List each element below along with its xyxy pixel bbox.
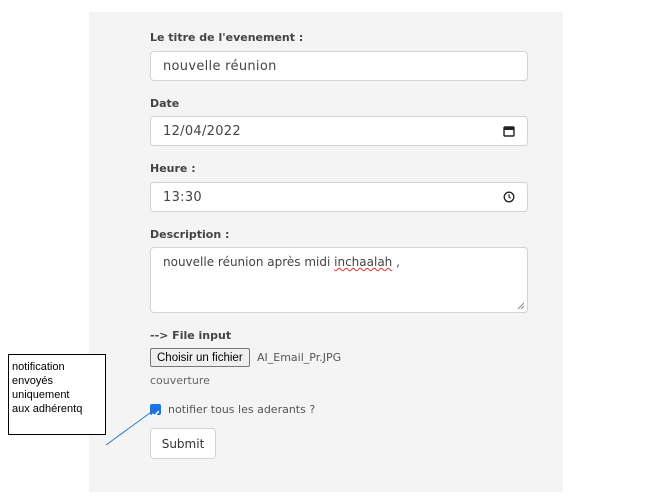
- file-name: AI_Email_Pr.JPG: [257, 351, 342, 364]
- annotation-box: notification envoyés uniquement aux adhé…: [8, 354, 106, 435]
- notify-label[interactable]: notifier tous les aderants ?: [168, 403, 315, 416]
- checkmark-icon: [151, 410, 160, 418]
- choose-file-button[interactable]: Choisir un fichier: [150, 348, 250, 367]
- description-misspelled-word: inchaalah: [334, 255, 393, 269]
- annotation-line: envoyés: [12, 375, 53, 387]
- event-title-input[interactable]: nouvelle réunion: [150, 51, 528, 81]
- file-input-label: --> File input: [150, 329, 232, 342]
- annotation-line: uniquement: [12, 389, 70, 401]
- clock-icon[interactable]: [503, 191, 515, 203]
- time-input[interactable]: 13:30: [150, 182, 528, 212]
- time-label: Heure :: [150, 162, 196, 175]
- notify-checkbox[interactable]: [150, 404, 161, 418]
- event-title-value: nouvelle réunion: [163, 58, 277, 74]
- annotation-line: notification: [12, 361, 65, 373]
- cover-label: couverture: [150, 374, 210, 387]
- calendar-icon[interactable]: [503, 125, 515, 137]
- description-label: Description :: [150, 228, 230, 241]
- event-title-label: Le titre de l'evenement :: [150, 31, 304, 44]
- resize-handle-icon[interactable]: [517, 302, 524, 309]
- date-label: Date: [150, 97, 180, 110]
- date-value: 12/04/2022: [163, 123, 241, 139]
- description-text-end: ,: [392, 255, 400, 269]
- description-text: nouvelle réunion après midi: [163, 255, 335, 269]
- annotation-line: aux adhérentq: [12, 403, 83, 415]
- time-value: 13:30: [163, 189, 202, 205]
- submit-button[interactable]: Submit: [150, 428, 216, 459]
- description-textarea[interactable]: nouvelle réunion après midi inchaalah ,: [150, 247, 528, 313]
- date-input[interactable]: 12/04/2022: [150, 116, 528, 146]
